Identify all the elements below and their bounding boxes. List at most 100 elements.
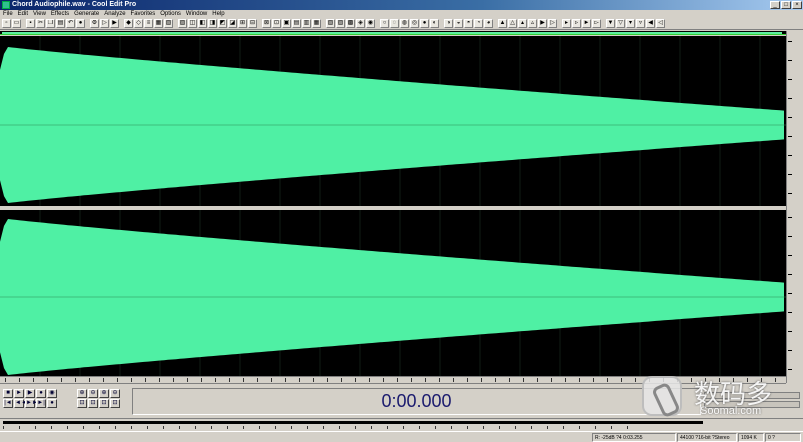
toolbar-button[interactable]: ❐ xyxy=(46,19,55,28)
toolbar-button[interactable]: ▿ xyxy=(636,19,645,28)
channel-divider[interactable] xyxy=(0,206,786,210)
zoom-button[interactable]: ⊡ xyxy=(110,399,120,408)
stop-button[interactable]: ■ xyxy=(3,389,13,398)
zoom-button[interactable]: ⊕ xyxy=(99,389,109,398)
toolbar-button[interactable]: ▵ xyxy=(528,19,537,28)
waveform-display[interactable] xyxy=(0,36,786,380)
toolbar-button[interactable]: ▶ xyxy=(538,19,547,28)
menu-file[interactable]: File xyxy=(3,10,13,18)
toolbar-button[interactable]: ● xyxy=(76,19,85,28)
toolbar-button[interactable]: ▴ xyxy=(518,19,527,28)
menu-effects[interactable]: Effects xyxy=(51,10,69,18)
toolbar-button[interactable]: ▪ xyxy=(26,19,35,28)
toolbar-button[interactable]: ◐ xyxy=(430,19,439,28)
menu-favorites[interactable]: Favorites xyxy=(131,10,156,18)
toolbar-button[interactable]: ≡ xyxy=(144,19,153,28)
toolbar-button[interactable]: ⊟ xyxy=(248,19,257,28)
menu-view[interactable]: View xyxy=(33,10,46,18)
toolbar-button[interactable]: ▾ xyxy=(626,19,635,28)
record-alt-button[interactable]: ● xyxy=(47,399,57,408)
toolbar-button[interactable]: ◌ xyxy=(390,19,399,28)
toolbar-button[interactable]: △ xyxy=(508,19,517,28)
toolbar-button[interactable]: ▧ xyxy=(326,19,335,28)
toolbar-button[interactable]: ✂ xyxy=(36,19,45,28)
toolbar-button[interactable]: ▨ xyxy=(178,19,187,28)
app-icon[interactable] xyxy=(2,1,10,9)
toolbar-button[interactable]: ⊞ xyxy=(238,19,247,28)
go-to-start-button[interactable]: |◄ xyxy=(3,399,13,408)
zoom-button[interactable]: ⊡ xyxy=(77,399,87,408)
wave-editor[interactable] xyxy=(0,31,803,383)
toolbar-button[interactable]: ▨ xyxy=(336,19,345,28)
zoom-button[interactable]: ⊡ xyxy=(88,399,98,408)
toolbar-button[interactable]: ▼ xyxy=(606,19,615,28)
menu-options[interactable]: Options xyxy=(160,10,181,18)
toolbar-button[interactable]: ◈ xyxy=(356,19,365,28)
menu-help[interactable]: Help xyxy=(212,10,224,18)
toolbar-button[interactable]: ○ xyxy=(380,19,389,28)
toolbar-button[interactable]: ▦ xyxy=(312,19,321,28)
close-button[interactable]: × xyxy=(792,1,802,9)
toolbar-button[interactable]: ◪ xyxy=(228,19,237,28)
toolbar-button[interactable]: ▽ xyxy=(616,19,625,28)
menu-generate[interactable]: Generate xyxy=(74,10,99,18)
toolbar-button[interactable]: ⊠ xyxy=(262,19,271,28)
toolbar-button[interactable]: ⚙ xyxy=(90,19,99,28)
toolbar-button[interactable]: ▻ xyxy=(592,19,601,28)
toolbar-button[interactable]: ◍ xyxy=(400,19,409,28)
toolbar-button[interactable]: ◓ xyxy=(464,19,473,28)
toolbar-button[interactable]: ▲ xyxy=(498,19,507,28)
overview-range[interactable] xyxy=(2,32,782,34)
toolbar-button[interactable]: ◆ xyxy=(124,19,133,28)
maximize-button[interactable]: □ xyxy=(781,1,791,9)
zoom-button[interactable]: ⊖ xyxy=(110,389,120,398)
menu-edit[interactable]: Edit xyxy=(18,10,28,18)
pause-button[interactable]: ◉ xyxy=(47,389,57,398)
toolbar-button[interactable]: ◉ xyxy=(366,19,375,28)
toolbar-button[interactable]: ● xyxy=(420,19,429,28)
toolbar-button[interactable]: ▩ xyxy=(346,19,355,28)
toolbar-button[interactable]: ► xyxy=(582,19,591,28)
rewind-button[interactable]: ◄◄ xyxy=(14,399,27,408)
go-to-end-button[interactable]: ►| xyxy=(36,399,46,408)
menu-analyze[interactable]: Analyze xyxy=(104,10,125,18)
toolbar-button[interactable]: ◕ xyxy=(484,19,493,28)
zoom-button[interactable]: ⊖ xyxy=(88,389,98,398)
toolbar-button[interactable]: ▶ xyxy=(110,19,119,28)
toolbar-button[interactable]: ◎ xyxy=(410,19,419,28)
toolbar-button[interactable]: ◨ xyxy=(208,19,217,28)
toolbar-button[interactable]: ▭ xyxy=(12,19,21,28)
toolbar-button[interactable]: ↶ xyxy=(66,19,75,28)
toolbar-button[interactable]: ▫ xyxy=(2,19,11,28)
overview-bar[interactable] xyxy=(0,31,786,35)
toolbar-button[interactable]: ▣ xyxy=(282,19,291,28)
toolbar-button[interactable]: ▥ xyxy=(302,19,311,28)
play-button[interactable]: ► xyxy=(14,389,24,398)
toolbar-button[interactable]: ▤ xyxy=(56,19,65,28)
minimize-button[interactable]: _ xyxy=(770,1,780,9)
toolbar-button[interactable]: ◇ xyxy=(134,19,143,28)
toolbar-button[interactable]: ▦ xyxy=(154,19,163,28)
toolbar-button[interactable]: ◀ xyxy=(646,19,655,28)
toolbar-button[interactable]: ◑ xyxy=(444,19,453,28)
menu-window[interactable]: Window xyxy=(186,10,207,18)
toolbar-button[interactable]: ◩ xyxy=(218,19,227,28)
zoom-button[interactable]: ⊡ xyxy=(99,399,109,408)
toolbar-button[interactable]: ▸ xyxy=(562,19,571,28)
ruler-tick xyxy=(159,378,160,382)
play-looped-button[interactable]: ▶ xyxy=(25,389,35,398)
toolbar-button[interactable]: ◒ xyxy=(454,19,463,28)
toolbar-button[interactable]: ▷ xyxy=(100,19,109,28)
toolbar-button[interactable]: ⊡ xyxy=(272,19,281,28)
toolbar-button[interactable]: ◁ xyxy=(656,19,665,28)
toolbar-button[interactable]: ◔ xyxy=(474,19,483,28)
record-button[interactable]: ● xyxy=(36,389,46,398)
toolbar-button[interactable]: ▤ xyxy=(292,19,301,28)
toolbar-button[interactable]: ◧ xyxy=(198,19,207,28)
fast-forward-button[interactable]: ►► xyxy=(25,399,38,408)
toolbar-button[interactable]: ◫ xyxy=(188,19,197,28)
zoom-button[interactable]: ⊕ xyxy=(77,389,87,398)
toolbar-button[interactable]: ▷ xyxy=(548,19,557,28)
toolbar-button[interactable]: ▧ xyxy=(164,19,173,28)
toolbar-button[interactable]: ▹ xyxy=(572,19,581,28)
